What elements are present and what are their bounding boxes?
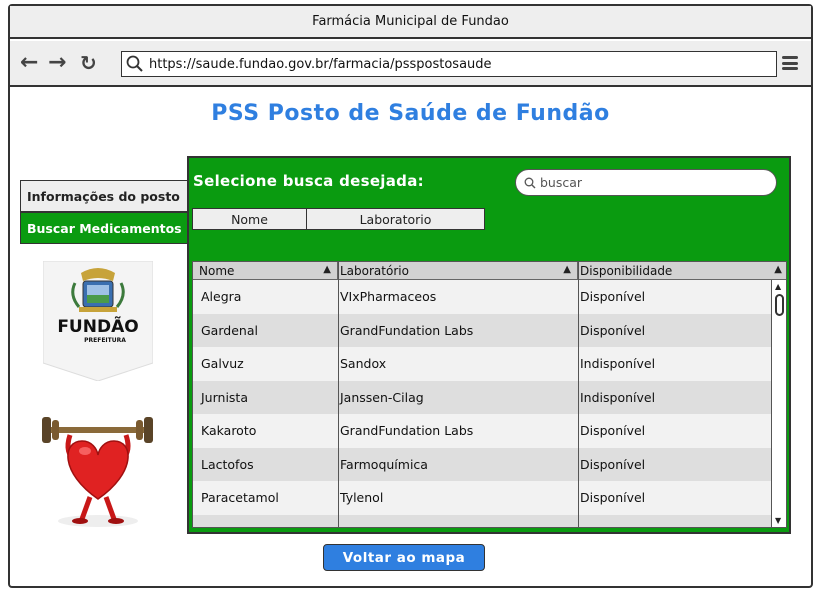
sort-toggle-icon[interactable]: ▲︎ [563,264,571,275]
table-cell: Disponível [580,322,646,338]
search-panel-label: Selecione busca desejada: [193,172,424,190]
table-cell: Janssen-Cilag [340,389,424,405]
search-placeholder: buscar [540,175,583,190]
browser-window: Farmácia Municipal de Fundao ← → ↻ https… [8,4,813,588]
medicines-table: Nome ▲ Laboratório ▲︎ Disponibilidade ▲ … [192,261,787,528]
window-titlebar: Farmácia Municipal de Fundao [10,6,811,39]
table-cell: Disponível [580,490,646,506]
segment-laboratorio[interactable]: Laboratorio [306,208,485,230]
column-header-laboratorio[interactable]: Laboratório ▲︎ [338,262,578,280]
column-divider [578,262,579,527]
table-cell: Indisponível [580,356,656,372]
segment-label: Nome [231,211,268,227]
reload-icon[interactable]: ↻ [80,51,97,75]
scrollbar-thumb[interactable] [775,294,784,316]
url-text: https://saude.fundao.gov.br/farmacia/pss… [149,56,492,72]
table-cell: Lactofos [201,456,254,472]
url-bar[interactable]: https://saude.fundao.gov.br/farmacia/pss… [121,51,777,77]
back-to-map-button[interactable]: Voltar ao mapa [323,544,485,571]
back-button-label: Voltar ao mapa [342,549,466,566]
table-cell: Disponível [580,456,646,472]
table-cell: Gardenal [201,322,258,338]
column-header-nome[interactable]: Nome ▲ [193,262,338,280]
table-cell: GrandFundation Labs [340,322,474,338]
column-header-label: Disponibilidade [580,264,673,278]
search-input[interactable]: buscar [515,169,777,196]
sidebar-tab-label: Buscar Medicamentos [27,220,182,236]
table-cell: Kakaroto [201,423,257,439]
heart-dumbbell-illustration [42,417,153,527]
table-cell: Farmoquímica [340,456,428,472]
sidebar-tab-buscar-medicamentos[interactable]: Buscar Medicamentos [20,212,190,244]
medicine-search-panel: Selecione busca desejada: buscar Nome La… [187,156,791,534]
table-header: Nome ▲ Laboratório ▲︎ Disponibilidade ▲ [193,262,786,280]
table-cell: Galvuz [201,356,244,372]
search-icon [524,177,536,188]
column-header-disponibilidade[interactable]: Disponibilidade ▲ [578,262,786,280]
column-divider [338,262,339,527]
arrow-left-icon[interactable]: ← [20,51,38,75]
hamburger-menu-icon[interactable] [782,56,798,70]
sort-toggle-icon[interactable]: ▲ [774,264,782,275]
scroll-down-arrow-icon[interactable]: ▼ [775,516,781,525]
table-row[interactable]: Kakaroto GrandFundation Labs Disponível [193,414,771,448]
scroll-up-arrow-icon[interactable]: ▲ [775,282,781,291]
column-header-label: Laboratório [340,264,409,278]
sidebar-tab-label: Informações do posto [27,188,180,204]
table-row[interactable]: Gardenal GrandFundation Labs Disponível [193,313,771,347]
segment-nome[interactable]: Nome [192,208,307,230]
column-header-label: Nome [199,264,235,278]
table-cell: Jurnista [201,389,248,405]
table-cell: Sandox [340,356,387,372]
window-title: Farmácia Municipal de Fundao [312,14,509,29]
search-icon [126,55,143,72]
table-row[interactable]: Lactofos Farmoquímica Disponível [193,447,771,481]
sidebar-tab-informacoes[interactable]: Informações do posto [20,180,190,212]
table-cell: Alegra [201,289,242,305]
table-cell: Paracetamol [201,490,279,506]
logo-subtext: PREFEITURA [84,337,126,344]
table-scrollbar[interactable]: ▲ ▼ [771,280,786,527]
table-cell: Disponível [580,289,646,305]
table-row[interactable]: Alegra VIxPharmaceos Disponível [193,280,771,314]
sort-ascending-icon[interactable]: ▲ [323,264,331,275]
logo-text: FUNDÃO [57,314,138,337]
page-title: PSS Posto de Saúde de Fundão [211,101,610,126]
table-cell: GrandFundation Labs [340,423,474,439]
table-row[interactable] [193,514,771,527]
segment-label: Laboratorio [359,211,432,227]
browser-navbar: ← → ↻ https://saude.fundao.gov.br/farmac… [10,41,811,87]
table-cell: Disponível [580,423,646,439]
arrow-right-icon[interactable]: → [48,51,66,75]
table-cell: Indisponível [580,389,656,405]
table-cell: VIxPharmaceos [340,289,437,305]
fundao-logo: FUNDÃO PREFEITURA [43,261,153,381]
table-row[interactable]: Paracetamol Tylenol Disponível [193,481,771,515]
table-row[interactable]: Jurnista Janssen-Cilag Indisponível [193,380,771,414]
table-row[interactable]: Galvuz Sandox Indisponível [193,347,771,381]
table-cell: Tylenol [340,490,384,506]
